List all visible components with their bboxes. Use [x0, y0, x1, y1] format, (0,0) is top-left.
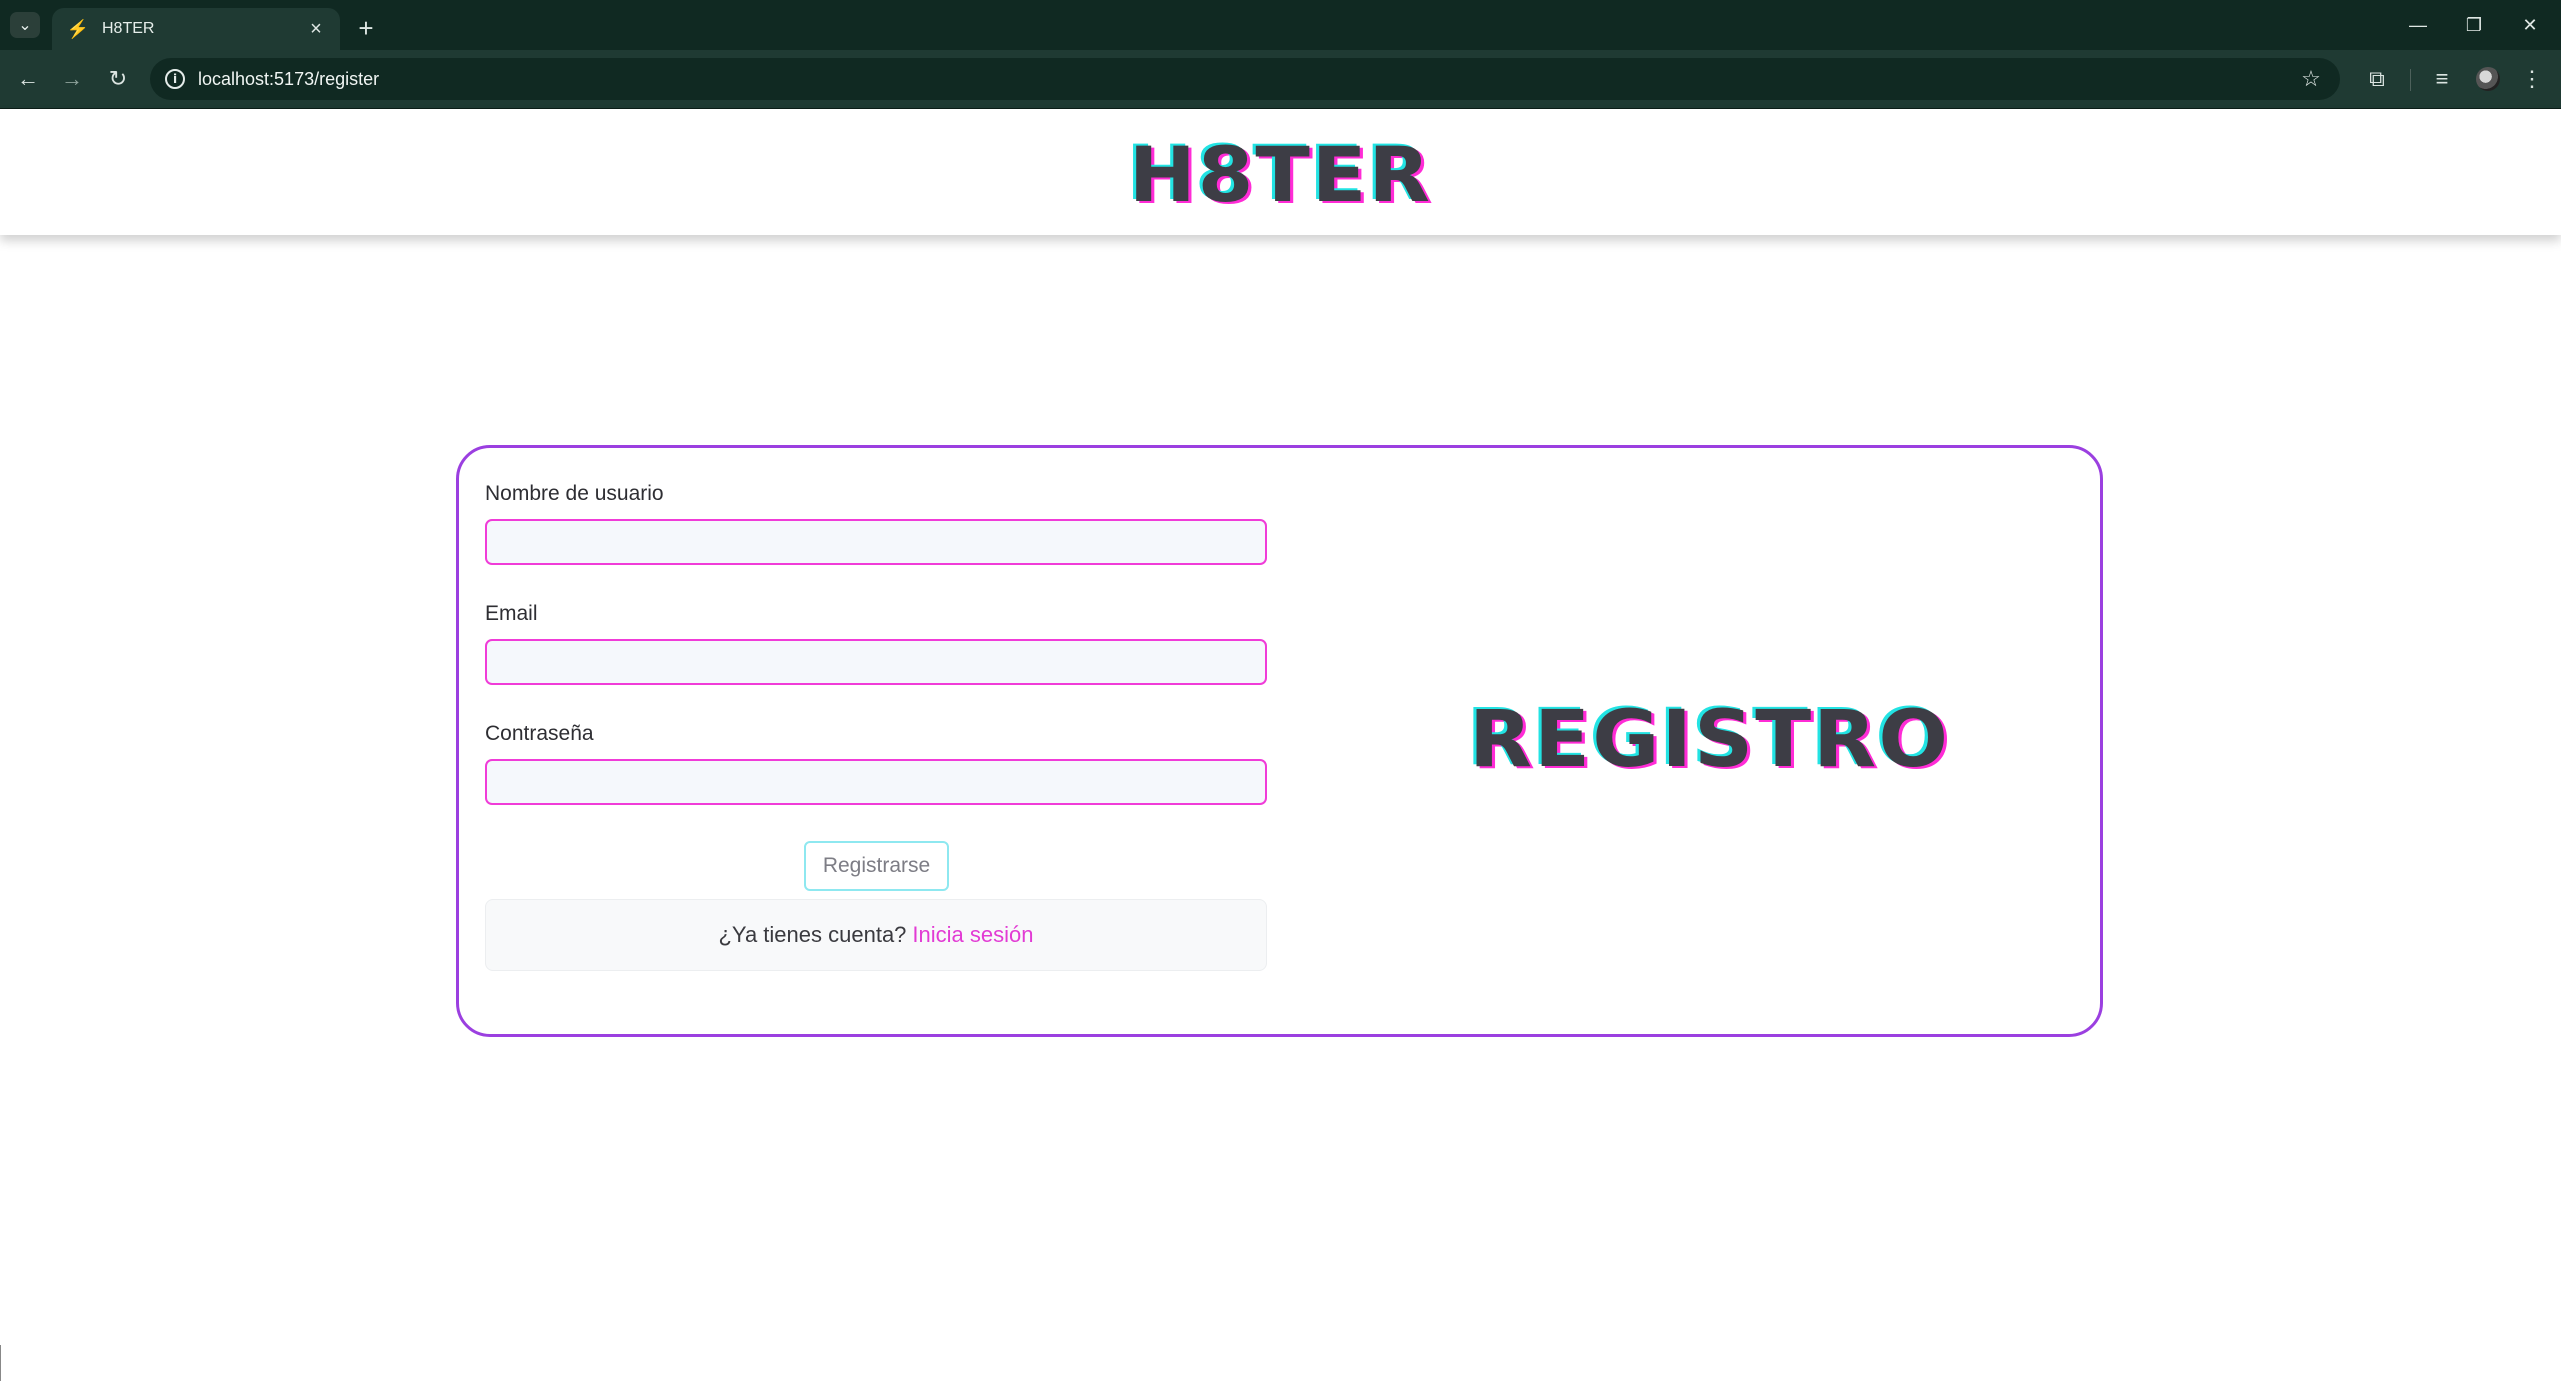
- profile-icon[interactable]: [2472, 63, 2504, 95]
- media-icon[interactable]: ≡: [2426, 63, 2458, 95]
- login-prompt-text: ¿Ya tienes cuenta?: [718, 922, 907, 947]
- bolt-icon: ⚡: [66, 18, 90, 39]
- brand-logo[interactable]: H8TER: [0, 137, 2561, 213]
- browser-toolbar: ← → ↻ i localhost:5173/register ☆ ⧉ ≡ ⋮: [0, 50, 2561, 109]
- register-button[interactable]: Registrarse: [804, 841, 949, 891]
- reload-icon[interactable]: ↻: [102, 63, 134, 95]
- login-link[interactable]: Inicia sesión: [912, 922, 1033, 948]
- close-icon[interactable]: ×: [302, 15, 330, 43]
- password-input[interactable]: [485, 759, 1267, 805]
- plus-icon[interactable]: +: [350, 12, 382, 44]
- info-icon[interactable]: i: [160, 64, 190, 94]
- login-prompt-box: ¿Ya tienes cuenta? Inicia sesión: [485, 899, 1267, 971]
- toolbar-divider: [2410, 69, 2411, 91]
- menu-icon[interactable]: ⋮: [2516, 63, 2548, 95]
- tab-search-icon[interactable]: ⌄: [10, 12, 40, 38]
- browser-tab-strip: ⌄ ⚡ H8TER × + — ❐ ✕: [0, 0, 2561, 50]
- panel-title: REGISTRO: [1469, 695, 1951, 785]
- back-icon[interactable]: ←: [12, 63, 44, 95]
- password-label: Contraseña: [485, 722, 594, 745]
- username-input[interactable]: [485, 519, 1267, 565]
- window-close-icon[interactable]: ✕: [2507, 6, 2553, 44]
- minimize-icon[interactable]: —: [2395, 6, 2441, 44]
- register-card: Nombre de usuario Email Contraseña Regis…: [456, 445, 2103, 1037]
- email-label: Email: [485, 602, 538, 625]
- username-label: Nombre de usuario: [485, 482, 664, 505]
- browser-tab[interactable]: ⚡ H8TER ×: [52, 8, 340, 50]
- extensions-icon[interactable]: ⧉: [2361, 63, 2393, 95]
- url-text[interactable]: localhost:5173/register: [198, 69, 379, 90]
- star-icon[interactable]: ☆: [2296, 64, 2326, 94]
- app-header: H8TER: [0, 109, 2561, 235]
- email-input[interactable]: [485, 639, 1267, 685]
- restore-icon[interactable]: ❐: [2451, 6, 2497, 44]
- forward-icon[interactable]: →: [56, 63, 88, 95]
- tab-title: H8TER: [102, 20, 155, 37]
- text-cursor: [0, 1345, 1, 1381]
- address-bar[interactable]: i localhost:5173/register ☆: [150, 58, 2340, 100]
